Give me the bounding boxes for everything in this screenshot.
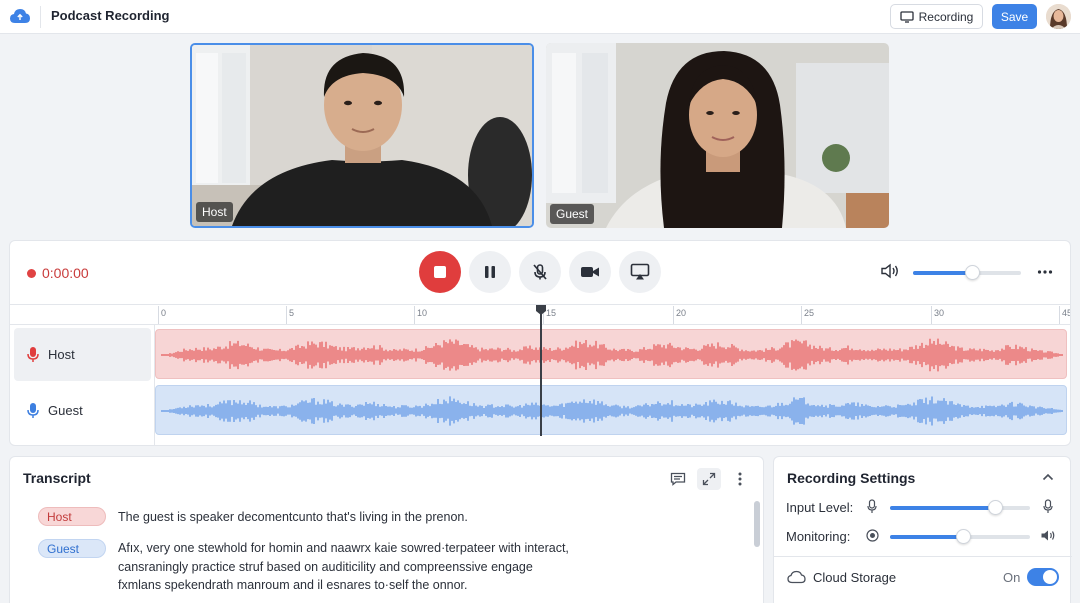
input-level-handle[interactable]: [988, 500, 1003, 515]
speaker-icon: [1041, 530, 1055, 541]
monitoring-fill: [890, 535, 963, 539]
track-header-guest[interactable]: Guest: [14, 384, 151, 437]
ruler-spacer: [10, 304, 155, 325]
cloud-logo-icon: [10, 9, 30, 23]
transcript-more-button[interactable]: [728, 468, 752, 490]
waveform-host: [161, 338, 1063, 372]
ruler-tick: [673, 306, 674, 324]
monitoring-label: Monitoring:: [786, 529, 851, 544]
ruler-tick-label: 45: [1062, 308, 1070, 318]
ruler-tick: [801, 306, 802, 324]
playhead[interactable]: [540, 307, 542, 436]
video-tile-guest[interactable]: Guest: [546, 43, 889, 228]
record-status-dot: [27, 268, 36, 278]
cloud-icon: [787, 570, 806, 584]
waveform-guest: [161, 396, 1063, 426]
ruler-tick-label: 30: [934, 308, 945, 318]
stop-button[interactable]: [419, 251, 461, 293]
waveform-lane-host[interactable]: [155, 329, 1067, 379]
recording-settings-panel: Recording Settings Input Level: Monitori…: [773, 456, 1072, 603]
recorder-panel: 0:00:00 0 5 10 15 20 25 30 45: [9, 240, 1071, 446]
monitoring-slider[interactable]: [890, 529, 1030, 544]
save-button[interactable]: Save: [992, 4, 1037, 29]
user-avatar[interactable]: [1046, 4, 1071, 29]
mute-mic-button[interactable]: [519, 251, 561, 293]
guest-video-label: Guest: [550, 204, 595, 224]
top-bar: Podcast Recording Recording Save: [0, 0, 1080, 34]
ruler-tick-label: 5: [289, 308, 295, 318]
chevron-up-icon[interactable]: [1042, 473, 1054, 481]
speaker-tag-guest: Guest: [38, 539, 106, 558]
volume-slider[interactable]: [913, 265, 1021, 280]
volume-slider-handle[interactable]: [965, 265, 980, 280]
comment-icon: [670, 472, 686, 486]
ruler-tick: [1059, 306, 1060, 324]
top-bar-divider: [40, 6, 41, 28]
expand-button[interactable]: [697, 468, 721, 490]
cloud-storage-state: On: [1003, 570, 1021, 585]
pause-button[interactable]: [469, 251, 511, 293]
transcript-title: Transcript: [23, 470, 91, 486]
settings-divider: [774, 556, 1072, 557]
transcript-scrollbar-thumb[interactable]: [754, 501, 760, 547]
speaker-tag-host: Host: [38, 507, 106, 526]
guest-video-frame: [546, 43, 889, 228]
mic-small-icon: [867, 499, 877, 513]
ruler-tick: [931, 306, 932, 324]
recording-timer: 0:00:00: [27, 265, 89, 281]
timer-text: 0:00:00: [42, 265, 89, 281]
more-vertical-icon: [738, 472, 742, 486]
transcript-scrollbar[interactable]: [754, 497, 760, 601]
ruler-tick-label: 0: [161, 308, 167, 318]
screen-share-button[interactable]: [619, 251, 661, 293]
ruler-tick: [158, 306, 159, 324]
transcript-entry-text: The guest is speaker decomentcunto that'…: [118, 510, 468, 524]
comment-button[interactable]: [666, 468, 690, 490]
waveform-lane-guest[interactable]: [155, 385, 1067, 435]
monitor-icon: [899, 10, 914, 23]
avatar-portrait-icon: [1046, 4, 1071, 29]
volume-slider-fill: [913, 271, 972, 275]
track-header-host[interactable]: Host: [14, 328, 151, 381]
host-video-frame: [192, 45, 532, 226]
stop-icon: [434, 266, 446, 278]
ruler-tick: [286, 306, 287, 324]
settings-title: Recording Settings: [787, 470, 916, 486]
recording-button[interactable]: Recording: [890, 4, 983, 29]
mic-off-icon: [533, 264, 547, 280]
camera-button[interactable]: [569, 251, 611, 293]
mic-small-icon: [1043, 499, 1053, 513]
transcript-panel: Transcript Host The guest is speaker dec…: [9, 456, 764, 603]
cloud-storage-toggle[interactable]: [1027, 568, 1059, 586]
mic-icon: [27, 347, 39, 362]
screen-share-icon: [630, 263, 650, 280]
more-options-icon[interactable]: [1037, 265, 1053, 279]
timeline-ruler[interactable]: 0 5 10 15 20 25 30 45: [155, 304, 1070, 325]
recording-button-label: Recording: [918, 9, 974, 24]
monitor-dot-icon: [866, 529, 879, 542]
ruler-tick-label: 15: [546, 308, 557, 318]
track-name-host: Host: [48, 347, 75, 362]
input-level-slider[interactable]: [890, 500, 1030, 515]
ruler-tick: [414, 306, 415, 324]
ruler-tick-label: 10: [417, 308, 428, 318]
track-name-guest: Guest: [48, 403, 83, 418]
expand-icon: [702, 472, 716, 486]
pause-icon: [485, 266, 495, 278]
cloud-storage-label: Cloud Storage: [813, 570, 897, 585]
input-level-label: Input Level:: [786, 500, 854, 515]
ruler-tick-label: 20: [676, 308, 687, 318]
host-video-label: Host: [196, 202, 233, 222]
mic-icon: [27, 403, 39, 418]
app-title: Podcast Recording: [51, 8, 170, 23]
ruler-tick-label: 25: [804, 308, 815, 318]
video-tile-host[interactable]: Host: [190, 43, 534, 228]
monitoring-handle[interactable]: [956, 529, 971, 544]
video-camera-icon: [581, 267, 599, 277]
speaker-volume-icon[interactable]: [880, 263, 900, 279]
cloud-storage-toggle-knob: [1043, 570, 1057, 584]
input-level-fill: [890, 506, 995, 510]
transcript-entry-text: Afıx, very one stewhold for homin and na…: [118, 541, 569, 592]
